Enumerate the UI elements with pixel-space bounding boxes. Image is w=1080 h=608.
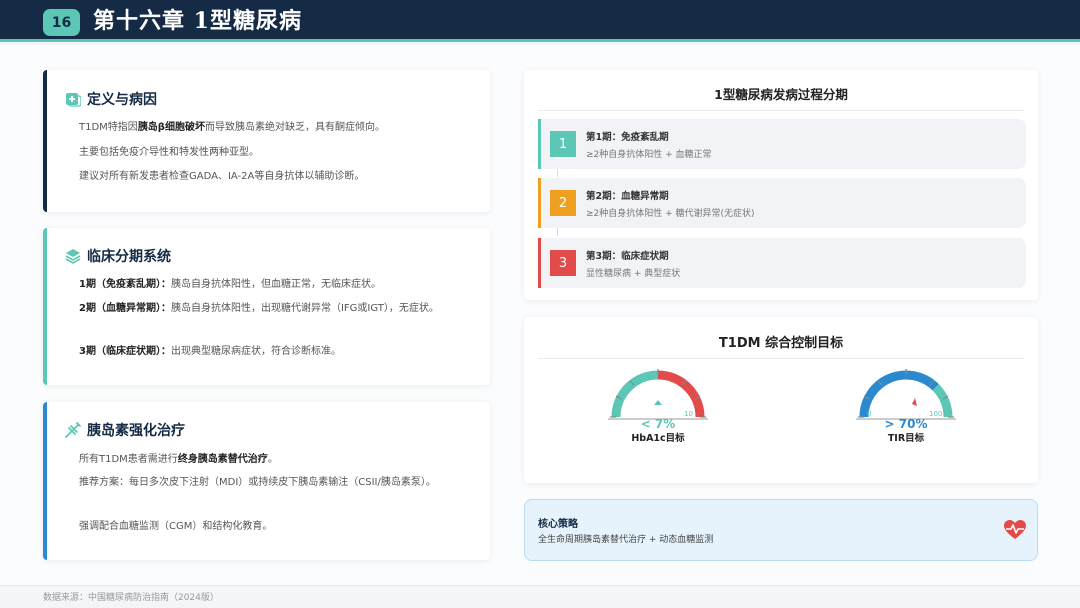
divider: [538, 110, 1024, 111]
staging-card: 临床分期系统 1期（免疫紊乱期）：胰岛自身抗体阳性，但血糖正常，无临床症状。 2…: [43, 228, 490, 385]
strategy-text: 全生命周期胰岛素替代治疗 + 动态血糖监测: [538, 535, 714, 545]
chapter-header: 16 第十六章 1型糖尿病: [0, 0, 1080, 42]
stage-step-2: 2 第2期：血糖异常期 ≥2种自身抗体阳性 + 糖代谢异常(无症状): [538, 178, 1026, 228]
layers-icon: [65, 249, 81, 264]
stage-title: 第1期：免疫紊乱期: [586, 132, 669, 143]
stage-connector: [557, 169, 558, 177]
definition-line-3: 建议对所有新发患者检查GADA、IA-2A等自身抗体以辅助诊断。: [79, 171, 365, 182]
insulin-line-1: 所有T1DM患者需进行终身胰岛素替代治疗。: [79, 454, 278, 465]
definition-card: 定义与病因 T1DM特指因胰岛β细胞破坏而导致胰岛素绝对缺乏，具有酮症倾向。 主…: [43, 70, 490, 212]
stage-description: ≥2种自身抗体阳性 + 糖代谢异常(无症状): [586, 209, 755, 219]
source-note: 数据来源：中国糖尿病防治指南（2024版）: [43, 593, 219, 603]
stage-connector: [557, 228, 558, 236]
targets-title: T1DM 综合控制目标: [718, 336, 844, 351]
stage-step-1: 1 第1期：免疫紊乱期 ≥2种自身抗体阳性 + 血糖正常: [538, 119, 1026, 169]
stages-panel: 1型糖尿病发病过程分期 1 第1期：免疫紊乱期 ≥2种自身抗体阳性 + 血糖正常…: [524, 70, 1038, 300]
chapter-title: 第十六章 1型糖尿病: [93, 8, 302, 34]
hba1c-gauge: [608, 369, 708, 420]
definition-line-1: T1DM特指因胰岛β细胞破坏而导致胰岛素绝对缺乏，具有酮症倾向。: [79, 122, 385, 133]
stage-title: 第3期：临床症状期: [586, 251, 669, 262]
tir-label: TIR目标: [887, 433, 925, 444]
staging-item: 1期（免疫紊乱期）：胰岛自身抗体阳性，但血糖正常，无临床症状。: [79, 279, 381, 290]
targets-panel: T1DM 综合控制目标 10 < 7% HbA1c目标 0 100 > 70% …: [524, 317, 1038, 483]
stage-step-3: 3 第3期：临床症状期 显性糖尿病 + 典型症状: [538, 238, 1026, 288]
staging-title: 临床分期系统: [87, 249, 171, 265]
hba1c-label: HbA1c目标: [631, 433, 685, 444]
insulin-title: 胰岛素强化治疗: [87, 423, 185, 439]
stage-number: 1: [550, 131, 576, 157]
hba1c-value: < 7%: [640, 417, 676, 431]
divider: [538, 358, 1024, 359]
stages-panel-title: 1型糖尿病发病过程分期: [714, 87, 848, 102]
stage-description: 显性糖尿病 + 典型症状: [586, 269, 681, 279]
staging-item: 2期（血糖异常期）：胰岛自身抗体阳性，出现糖代谢异常（IFG或IGT），无症状。: [79, 303, 439, 314]
tir-value: > 70%: [884, 417, 928, 431]
definition-line-2: 主要包括免疫介导性和特发性两种亚型。: [79, 147, 259, 158]
chapter-number-badge: 16: [43, 9, 80, 36]
strategy-title: 核心策略: [538, 519, 578, 530]
strategy-box: 核心策略 全生命周期胰岛素替代治疗 + 动态血糖监测: [524, 499, 1038, 561]
heart-pulse-icon: [1004, 520, 1026, 539]
definition-title: 定义与病因: [87, 92, 157, 108]
staging-item: 3期（临床症状期）：出现典型糖尿病症状，符合诊断标准。: [79, 346, 341, 357]
stage-title: 第2期：血糖异常期: [586, 191, 669, 202]
insulin-line-2: 推荐方案：每日多次皮下注射（MDI）或持续皮下胰岛素输注（CSII/胰岛素泵）。: [79, 477, 436, 488]
insulin-card: 胰岛素强化治疗 所有T1DM患者需进行终身胰岛素替代治疗。 推荐方案：每日多次皮…: [43, 402, 490, 560]
footer-divider: [0, 585, 1080, 586]
medical-plus-icon: [66, 93, 81, 107]
insulin-line-3: 强调配合血糖监测（CGM）和结构化教育。: [79, 521, 273, 532]
stage-description: ≥2种自身抗体阳性 + 血糖正常: [586, 150, 712, 160]
stage-number: 2: [550, 190, 576, 216]
stage-number: 3: [550, 250, 576, 276]
syringe-icon: [65, 422, 81, 438]
